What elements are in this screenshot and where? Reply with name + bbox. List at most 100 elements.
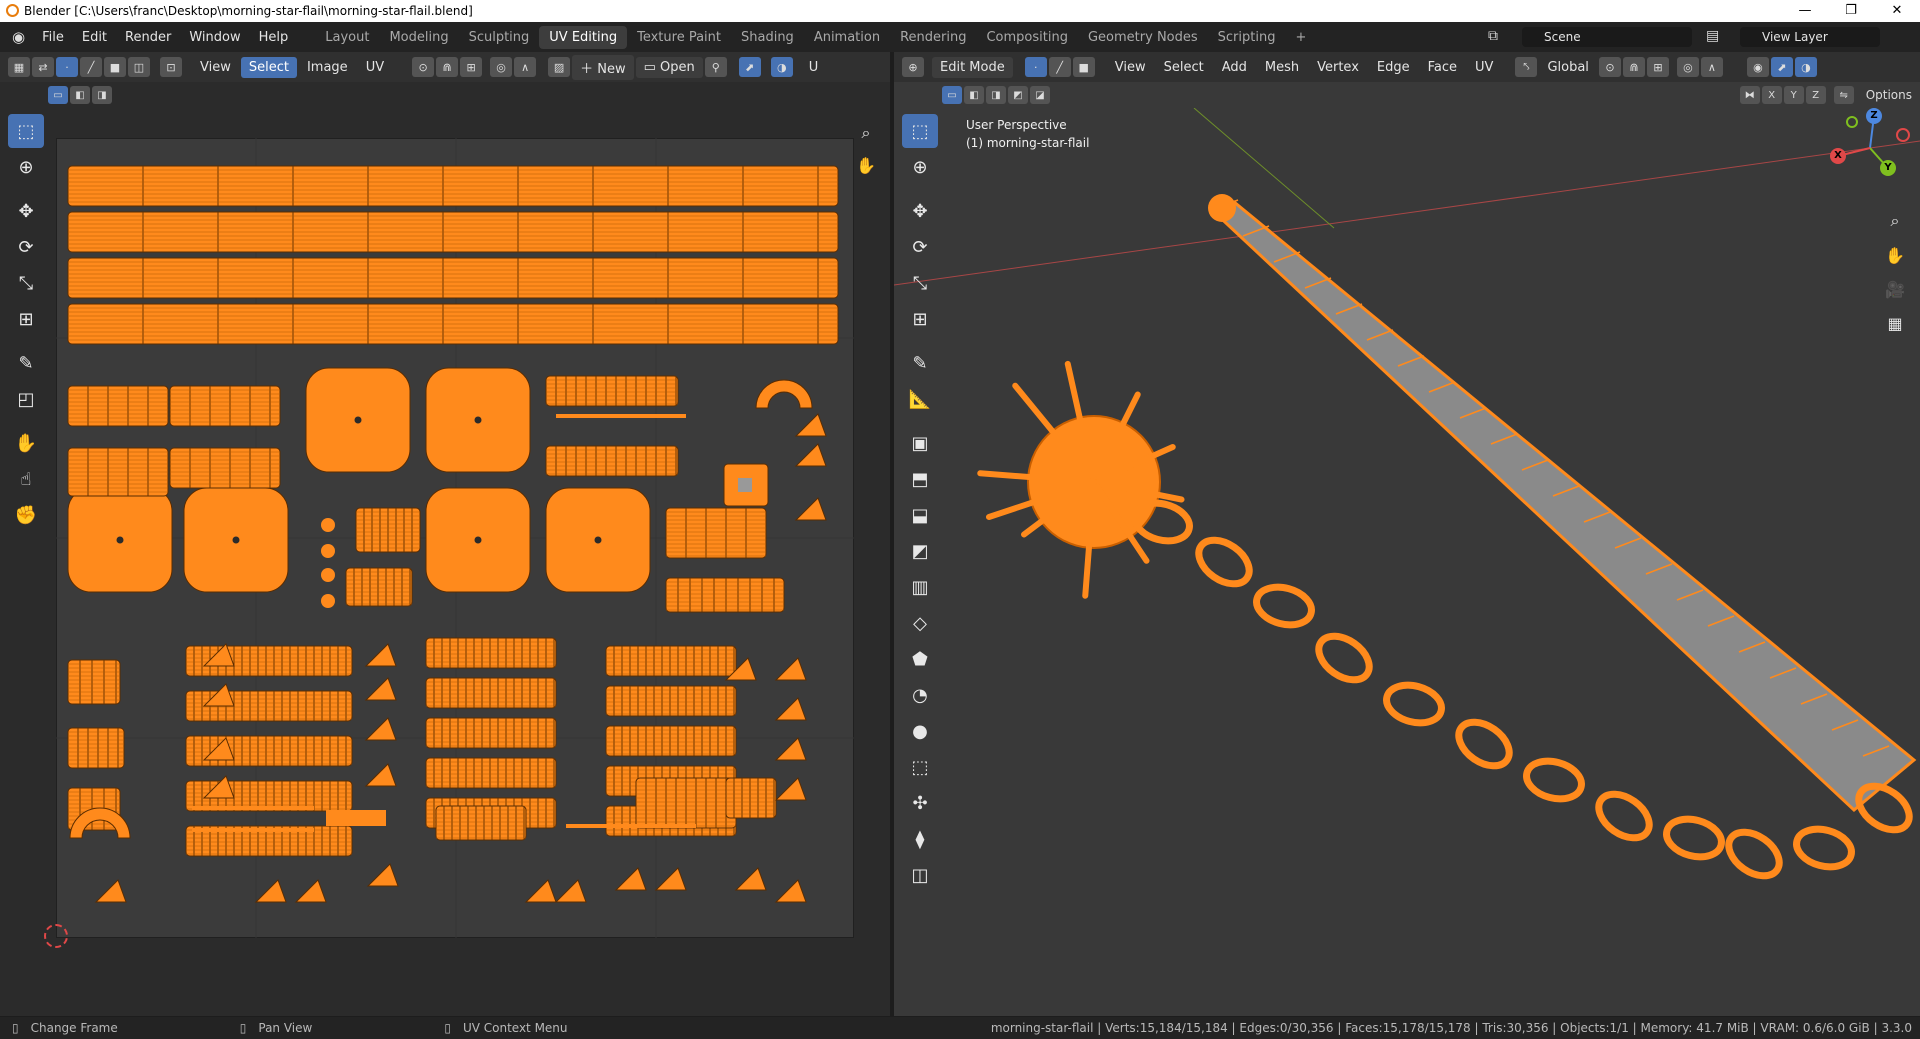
uv-dot[interactable] xyxy=(321,568,335,582)
uv-thin-bar[interactable] xyxy=(556,414,686,418)
uv-island[interactable] xyxy=(435,805,527,841)
tab-modeling[interactable]: Modeling xyxy=(379,26,458,49)
viewport-menu-view[interactable]: View xyxy=(1107,57,1154,78)
pivot-point-icon[interactable]: ⊙ xyxy=(1598,57,1621,77)
vertex-mode-icon[interactable]: · xyxy=(1024,57,1047,77)
uv-island[interactable] xyxy=(425,717,557,749)
uv-selected-face[interactable] xyxy=(738,478,752,492)
transform-tool-icon[interactable]: ⊞ xyxy=(8,302,44,336)
chain-link[interactable] xyxy=(1662,813,1725,862)
vp-extrude-tool-icon[interactable]: ⬒ xyxy=(902,462,938,496)
uv-hole[interactable] xyxy=(232,536,240,544)
restore-button[interactable]: ❐ xyxy=(1828,0,1874,22)
uv-island[interactable] xyxy=(425,677,557,709)
uv-dot[interactable] xyxy=(321,594,335,608)
chain-link[interactable] xyxy=(1792,823,1855,872)
select-box-mode-icon[interactable]: ▭ xyxy=(48,86,68,104)
vp-select-tool-icon[interactable]: ⬚ xyxy=(902,114,938,148)
chain-link[interactable] xyxy=(1252,581,1315,630)
viewport-select-intersect-icon[interactable]: ◪ xyxy=(1030,86,1050,104)
transform-orientation-icon[interactable]: ⤣ xyxy=(1515,57,1538,77)
vp-knife-tool-icon[interactable]: ◇ xyxy=(902,606,938,640)
mirror-x-toggle[interactable]: X xyxy=(1761,86,1782,104)
truncated-menu[interactable]: U xyxy=(801,57,827,78)
tab-geometry-nodes[interactable]: Geometry Nodes xyxy=(1078,26,1208,49)
menu-edit[interactable]: Edit xyxy=(73,30,116,45)
uv-editor[interactable]: ▦ ⇄ · ╱ ■ ◫ ⊡ View Select Image UV ⊙ ⋒ ⊞… xyxy=(0,52,890,1016)
vp-cursor-tool-icon[interactable]: ⊕ xyxy=(902,150,938,184)
chain-link[interactable] xyxy=(1191,531,1258,593)
relax-tool-icon[interactable]: ☝ xyxy=(8,462,44,496)
gizmo-y-axis[interactable]: Y xyxy=(1880,160,1896,176)
scene-selector[interactable]: Scene xyxy=(1522,27,1692,47)
options-dropdown[interactable]: Options xyxy=(1856,88,1920,102)
pin-icon[interactable]: ⚲ xyxy=(704,57,727,77)
edge-mode-icon[interactable]: ╱ xyxy=(1048,57,1071,77)
mirror-y-toggle[interactable]: Y xyxy=(1783,86,1804,104)
uv-island[interactable] xyxy=(605,725,737,757)
viewport-snap-icon[interactable]: ⋒ xyxy=(1622,57,1645,77)
annotate-tool-icon[interactable]: ✎ xyxy=(8,346,44,380)
menu-view[interactable]: View xyxy=(192,57,239,78)
visibility-icon[interactable]: ◉ xyxy=(1746,57,1769,77)
uv-island[interactable] xyxy=(665,577,785,613)
face-mode-icon[interactable]: ■ xyxy=(1072,57,1095,77)
viewport-proportional-icon[interactable]: ◎ xyxy=(1676,57,1699,77)
vp-move-tool-icon[interactable]: ✥ xyxy=(902,194,938,228)
uv-island[interactable] xyxy=(605,685,737,717)
overlay-icon[interactable]: ◑ xyxy=(770,57,793,77)
falloff-icon[interactable]: ∧ xyxy=(514,57,537,77)
view-layer-icon[interactable]: ▤ xyxy=(1706,28,1719,44)
gizmo-neg-y-axis[interactable] xyxy=(1846,116,1858,128)
chain-link[interactable] xyxy=(1451,713,1518,775)
vp-scale-tool-icon[interactable]: ⤡ xyxy=(902,266,938,300)
uv-thin-bar[interactable] xyxy=(566,824,696,828)
vp-rotate-tool-icon[interactable]: ⟳ xyxy=(902,230,938,264)
island-select-icon[interactable]: ◫ xyxy=(128,57,150,77)
gizmo-neg-x-axis[interactable] xyxy=(1896,128,1910,142)
viewport-menu-edge[interactable]: Edge xyxy=(1369,57,1418,78)
uv-hole[interactable] xyxy=(594,536,602,544)
chain-link[interactable] xyxy=(1721,823,1788,885)
gizmo-x-axis[interactable]: X xyxy=(1830,148,1846,164)
menu-uv[interactable]: UV xyxy=(358,57,392,78)
viewport-overlay-icon[interactable]: ◑ xyxy=(1794,57,1817,77)
vp-shrink-tool-icon[interactable]: ✣ xyxy=(902,786,938,820)
viewport-menu-select[interactable]: Select xyxy=(1156,57,1212,78)
viewport-select-extend-icon[interactable]: ◧ xyxy=(964,86,984,104)
tab-shading[interactable]: Shading xyxy=(731,26,804,49)
pivot-icon[interactable]: ⊙ xyxy=(412,57,435,77)
viewport-menu-uv[interactable]: UV xyxy=(1467,57,1501,78)
face-select-icon[interactable]: ■ xyxy=(104,57,126,77)
uv-canvas[interactable] xyxy=(56,138,854,938)
vp-shear-tool-icon[interactable]: ⧫ xyxy=(902,822,938,856)
viewport-falloff-icon[interactable]: ∧ xyxy=(1700,57,1723,77)
uv-island[interactable] xyxy=(425,757,557,789)
scene-type-icon[interactable]: ⧉ xyxy=(1488,28,1498,44)
tab-rendering[interactable]: Rendering xyxy=(890,26,976,49)
handle-cap[interactable] xyxy=(1208,194,1236,222)
flail-mesh[interactable] xyxy=(977,194,1917,885)
tab-scripting[interactable]: Scripting xyxy=(1208,26,1286,49)
vp-zoom-icon[interactable]: ⌕ xyxy=(1880,206,1910,236)
tab-compositing[interactable]: Compositing xyxy=(976,26,1078,49)
chain-link[interactable] xyxy=(1522,755,1585,804)
uv-dot[interactable] xyxy=(321,518,335,532)
minimize-button[interactable]: — xyxy=(1782,0,1828,22)
select-box-tool-icon[interactable]: ⬚ xyxy=(8,114,44,148)
tab-texture-paint[interactable]: Texture Paint xyxy=(627,26,731,49)
blender-menu-icon[interactable]: ◉ xyxy=(0,28,33,46)
mirror-axis-icon[interactable]: ⧓ xyxy=(1739,86,1760,104)
viewport-editor-type-icon[interactable]: ⊕ xyxy=(902,57,924,77)
editor-type-icon[interactable]: ▦ xyxy=(8,57,30,77)
vp-loopcut-tool-icon[interactable]: ▥ xyxy=(902,570,938,604)
tab-uv-editing[interactable]: UV Editing xyxy=(539,25,628,49)
uv-island[interactable] xyxy=(665,507,767,559)
viewport-menu-vertex[interactable]: Vertex xyxy=(1309,57,1367,78)
pinch-tool-icon[interactable]: ✊ xyxy=(8,498,44,532)
scale-tool-icon[interactable]: ⤡ xyxy=(8,266,44,300)
viewport-menu-face[interactable]: Face xyxy=(1420,57,1465,78)
uv-hole[interactable] xyxy=(354,416,362,424)
chain-link[interactable] xyxy=(1591,785,1658,847)
cursor-tool-icon[interactable]: ⊕ xyxy=(8,150,44,184)
